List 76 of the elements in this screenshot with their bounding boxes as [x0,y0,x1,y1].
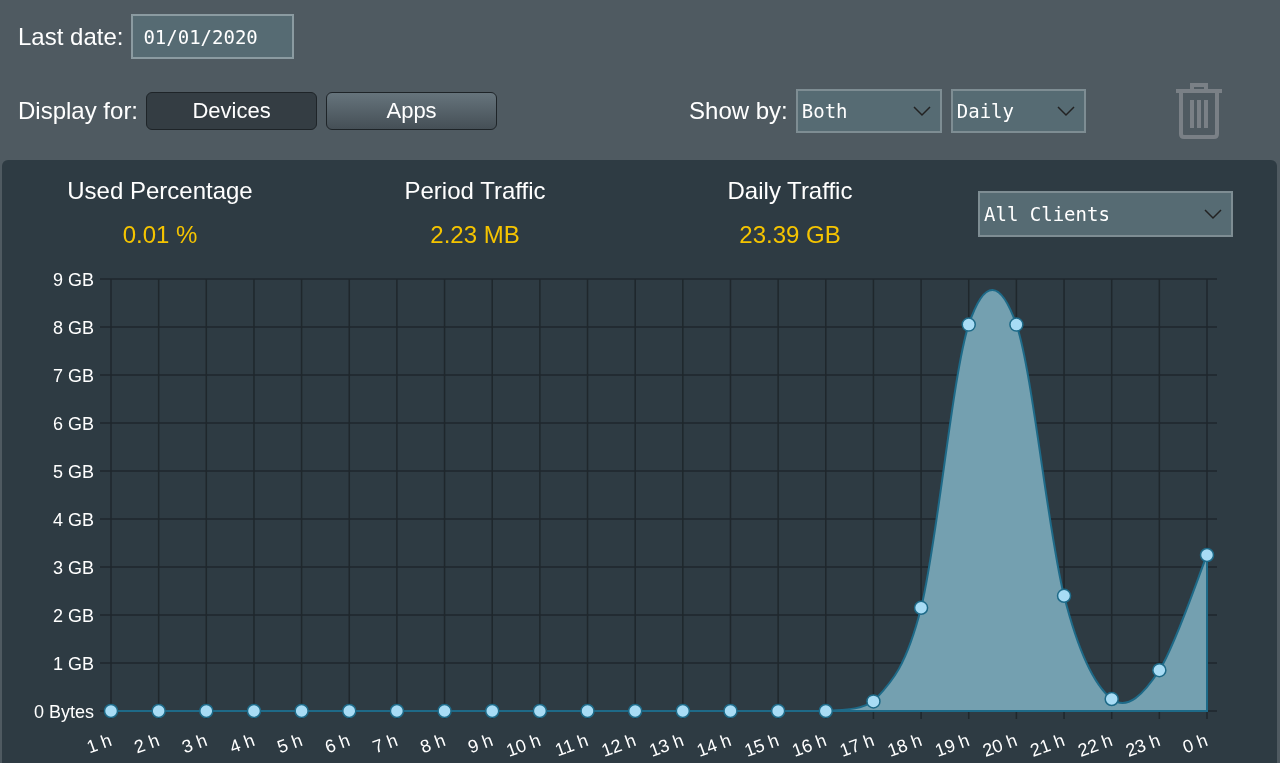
data-point[interactable] [1104,691,1119,707]
chevron-down-icon [1203,208,1223,220]
data-point[interactable] [913,600,929,616]
data-point[interactable] [532,703,548,719]
display-toggle-button[interactable]: Apps [326,92,498,130]
x-axis-label: 9 h [465,729,496,758]
y-axis-label: 5 GB [52,462,94,482]
y-axis-label: 3 GB [52,558,94,578]
x-axis-label: 2 h [131,729,162,758]
y-axis-label: 9 GB [52,270,94,290]
data-point[interactable] [1152,662,1167,678]
stat-label: Daily Traffic [727,177,853,205]
chevron-down-icon [911,105,932,117]
x-axis-label: 22 h [1075,729,1116,761]
x-axis-label: 17 h [837,729,877,761]
x-axis-label: 20 h [980,729,1020,761]
x-axis-label: 3 h [179,729,210,758]
data-point[interactable] [1199,547,1215,563]
x-axis-label: 21 h [1027,729,1068,761]
x-axis-label: 5 h [274,729,305,758]
y-axis-label: 8 GB [52,318,94,338]
x-axis-label: 6 h [322,729,353,758]
x-axis-label: 1 h [84,729,115,758]
y-axis-label: 7 GB [52,366,94,386]
y-axis-label: 6 GB [52,414,94,434]
stat-label: Used Percentage [67,177,253,205]
data-point[interactable] [246,703,262,719]
stat-value: 2.23 MB [430,221,520,249]
data-point[interactable] [294,703,309,719]
y-axis-label: 4 GB [52,510,94,530]
data-point[interactable] [484,703,500,719]
data-point[interactable] [627,703,643,719]
x-axis-label: 13 h [646,729,687,761]
data-point[interactable] [770,703,786,719]
data-point[interactable] [1009,317,1024,332]
x-axis-label: 8 h [417,729,448,758]
data-point[interactable] [389,703,405,719]
x-axis-label: 10 h [503,729,544,761]
x-axis-label: 19 h [932,729,973,761]
x-axis-label: 7 h [369,729,401,758]
x-axis-label: 18 h [884,729,925,761]
x-axis-label: 4 h [226,729,258,758]
data-point[interactable] [723,703,738,719]
client-dropdown[interactable]: All Clients [978,191,1233,237]
data-point[interactable] [866,694,881,709]
x-axis-label: 12 h [598,729,639,761]
x-axis-label: 15 h [741,729,782,761]
data-point[interactable] [1056,588,1072,604]
data-point[interactable] [675,703,691,719]
chevron-down-icon [1055,105,1076,117]
stat-value: 23.39 GB [739,221,841,249]
x-axis-label: 23 h [1122,729,1163,761]
y-axis-label: 2 GB [52,606,94,626]
x-axis-label: 11 h [552,729,591,761]
data-point[interactable] [151,703,166,719]
y-axis-label: 1 GB [52,654,94,674]
dropdown-select[interactable]: Daily [950,89,1086,133]
last-date-label: Last date: [18,22,124,51]
data-point[interactable] [437,703,452,719]
data-point[interactable] [103,703,119,719]
data-point[interactable] [818,703,834,719]
data-point[interactable] [961,317,976,332]
data-point[interactable] [199,703,214,719]
display-for-label: Display for: [18,97,139,125]
display-toggle-button[interactable]: Devices [146,92,318,130]
stat-value: 0.01 % [122,221,198,249]
x-axis-label: 14 h [694,729,734,761]
x-axis-label: 0 h [1180,729,1211,758]
data-point[interactable] [342,703,357,719]
show-by-label: Show by: [689,97,788,125]
date-input-field[interactable]: 01/01/2020 [131,14,295,59]
x-axis-label: 16 h [789,729,830,761]
dropdown-select[interactable]: Both [795,89,942,133]
y-axis-label: 0 Bytes [33,702,94,722]
stat-label: Period Traffic [404,177,546,205]
data-point[interactable] [580,703,595,719]
